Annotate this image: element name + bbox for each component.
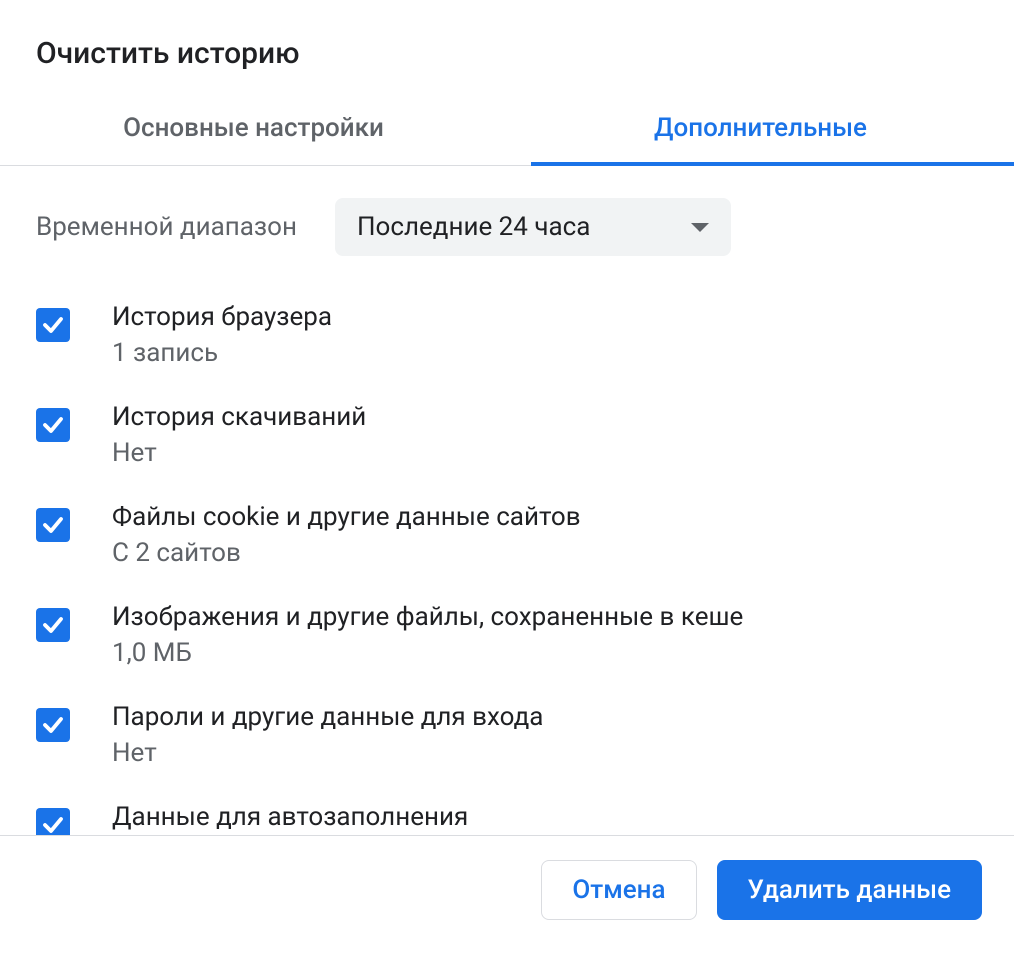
tab-advanced[interactable]: Дополнительные: [507, 95, 1014, 165]
checkbox-download-history[interactable]: [36, 408, 70, 442]
time-range-value: Последние 24 часа: [357, 212, 590, 242]
list-item: Изображения и другие файлы, сохраненные …: [36, 602, 978, 668]
item-title: Данные для автозаполнения: [112, 802, 468, 832]
check-icon: [41, 413, 65, 437]
item-title: История браузера: [112, 302, 332, 332]
check-icon: [41, 713, 65, 737]
item-texts: История браузера 1 запись: [112, 302, 332, 368]
check-icon: [41, 513, 65, 537]
item-sub: 1 запись: [112, 338, 332, 368]
item-texts: Файлы cookie и другие данные сайтов С 2 …: [112, 502, 581, 568]
checkbox-autofill[interactable]: [36, 808, 70, 835]
dialog-content: Временной диапазон Последние 24 часа Ист…: [0, 166, 1014, 835]
checkbox-browsing-history[interactable]: [36, 308, 70, 342]
list-item: Файлы cookie и другие данные сайтов С 2 …: [36, 502, 978, 568]
item-sub: 1,0 МБ: [112, 638, 743, 668]
item-texts: Пароли и другие данные для входа Нет: [112, 702, 543, 768]
cancel-button[interactable]: Отмена: [541, 860, 696, 920]
item-texts: Изображения и другие файлы, сохраненные …: [112, 602, 743, 668]
tab-basic[interactable]: Основные настройки: [0, 95, 507, 165]
item-sub: Нет: [112, 738, 543, 768]
items-list: История браузера 1 запись История скачив…: [36, 284, 978, 835]
chevron-down-icon: [691, 223, 709, 232]
item-sub: С 2 сайтов: [112, 538, 581, 568]
time-range-label: Временной диапазон: [36, 212, 297, 242]
time-range-select[interactable]: Последние 24 часа: [335, 198, 731, 256]
item-title: Файлы cookie и другие данные сайтов: [112, 502, 581, 532]
dialog-footer: Отмена Удалить данные: [0, 835, 1014, 954]
checkbox-cached-images[interactable]: [36, 608, 70, 642]
check-icon: [41, 613, 65, 637]
clear-browsing-data-dialog: Очистить историю Основные настройки Допо…: [0, 0, 1014, 954]
list-item: Данные для автозаполнения: [36, 802, 978, 835]
item-title: История скачиваний: [112, 402, 366, 432]
item-texts: Данные для автозаполнения: [112, 802, 468, 832]
checkbox-passwords[interactable]: [36, 708, 70, 742]
list-item: Пароли и другие данные для входа Нет: [36, 702, 978, 768]
tabs: Основные настройки Дополнительные: [0, 95, 1014, 166]
list-item: История браузера 1 запись: [36, 302, 978, 368]
item-title: Изображения и другие файлы, сохраненные …: [112, 602, 743, 632]
check-icon: [41, 813, 65, 835]
item-title: Пароли и другие данные для входа: [112, 702, 543, 732]
list-item: История скачиваний Нет: [36, 402, 978, 468]
time-range-row: Временной диапазон Последние 24 часа: [36, 166, 978, 284]
checkbox-cookies[interactable]: [36, 508, 70, 542]
item-sub: Нет: [112, 438, 366, 468]
dialog-title: Очистить историю: [0, 0, 1014, 95]
clear-data-button[interactable]: Удалить данные: [717, 860, 982, 920]
item-texts: История скачиваний Нет: [112, 402, 366, 468]
check-icon: [41, 313, 65, 337]
